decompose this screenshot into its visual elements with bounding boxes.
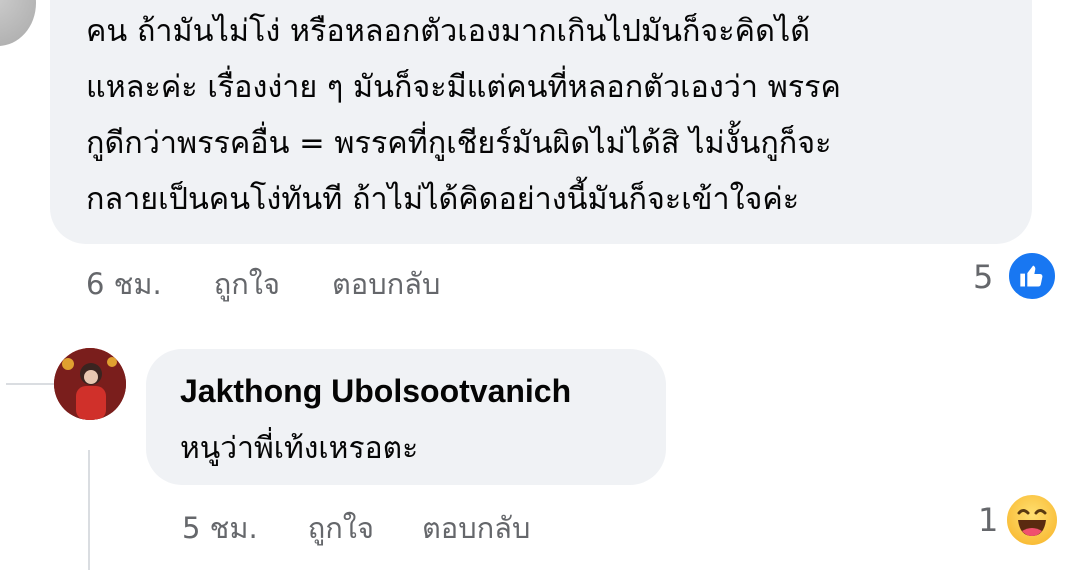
comment-text: คน ถ้ามันไม่โง่ หรือหลอกตัวเองมากเกินไปม… xyxy=(86,4,1010,228)
comment-text: หนูว่าพี่เท้งเหรอตะ xyxy=(180,431,419,466)
like-icon[interactable] xyxy=(1006,250,1058,302)
comment-bubble: คน ถ้ามันไม่โง่ หรือหลอกตัวเองมากเกินไปม… xyxy=(50,0,1032,244)
avatar[interactable] xyxy=(54,348,126,420)
reply-button[interactable]: ตอบกลับ xyxy=(422,505,530,551)
like-button[interactable]: ถูกใจ xyxy=(308,505,374,551)
comment-timestamp[interactable]: 6 ชม. xyxy=(86,261,162,307)
avatar[interactable] xyxy=(0,0,36,46)
thread-line xyxy=(6,383,58,385)
comment-line: แหละค่ะ เรื่องง่าย ๆ มันก็จะมีแต่คนที่หล… xyxy=(86,70,841,105)
comment-timestamp[interactable]: 5 ชม. xyxy=(182,505,258,551)
comment-line: กลายเป็นคนโง่ทันที ถ้าไม่ได้คิดอย่างนี้ม… xyxy=(86,182,800,217)
thumbs-up-icon xyxy=(1020,265,1043,287)
comment-bubble: Jakthong Ubolsootvanich หนูว่าพี่เท้งเหร… xyxy=(146,349,666,485)
comment-line: คน ถ้ามันไม่โง่ หรือหลอกตัวเองมากเกินไปม… xyxy=(86,14,811,49)
laughing-face-icon xyxy=(1017,509,1047,536)
reply-button[interactable]: ตอบกลับ xyxy=(332,261,440,307)
comment-line: กูดีกว่าพรรคอื่น = พรรคที่กูเชียร์มันผิด… xyxy=(86,126,832,161)
profile-photo xyxy=(54,348,126,420)
like-button[interactable]: ถูกใจ xyxy=(214,261,280,307)
reaction-count[interactable]: 1 xyxy=(978,501,998,539)
comment-author[interactable]: Jakthong Ubolsootvanich xyxy=(180,373,571,410)
haha-icon[interactable] xyxy=(1004,492,1060,548)
comment-actions: 6 ชม. ถูกใจ ตอบกลับ xyxy=(86,262,440,306)
thread-line xyxy=(88,450,90,570)
comment-actions: 5 ชม. ถูกใจ ตอบกลับ xyxy=(182,506,530,550)
reaction-count[interactable]: 5 xyxy=(973,258,993,296)
